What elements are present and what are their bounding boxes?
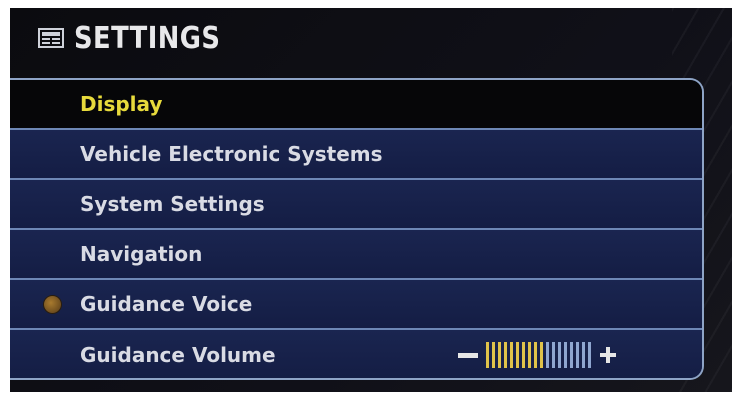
volume-bar <box>588 342 591 368</box>
menu-item-label: System Settings <box>80 192 265 216</box>
menu-item-system-settings[interactable]: System Settings <box>10 180 702 230</box>
plus-icon[interactable] <box>600 347 616 363</box>
menu-item-label: Guidance Voice <box>80 292 253 316</box>
menu-item-label: Display <box>80 92 163 116</box>
volume-bar <box>534 342 537 368</box>
volume-bar <box>576 342 579 368</box>
volume-bar <box>498 342 501 368</box>
volume-bar <box>504 342 507 368</box>
volume-bar <box>486 342 489 368</box>
volume-bar <box>564 342 567 368</box>
volume-bar <box>516 342 519 368</box>
menu-item-display[interactable]: Display <box>10 80 702 130</box>
settings-panel-icon <box>38 28 64 48</box>
menu-item-vehicle-electronic-systems[interactable]: Vehicle Electronic Systems <box>10 130 702 180</box>
volume-bar <box>582 342 585 368</box>
volume-bar <box>492 342 495 368</box>
volume-bar <box>570 342 573 368</box>
header: SETTINGS <box>10 8 732 68</box>
volume-bar <box>510 342 513 368</box>
volume-bar <box>546 342 549 368</box>
status-indicator-icon <box>44 296 61 313</box>
minus-icon[interactable] <box>458 352 478 358</box>
settings-menu: Display Vehicle Electronic Systems Syste… <box>10 78 704 380</box>
settings-screen: SETTINGS Display Vehicle Electronic Syst… <box>10 8 732 392</box>
volume-bar <box>540 342 543 368</box>
menu-item-label: Navigation <box>80 242 203 266</box>
menu-item-label: Guidance Volume <box>80 343 276 367</box>
menu-item-navigation[interactable]: Navigation <box>10 230 702 280</box>
volume-slider[interactable] <box>458 339 692 371</box>
volume-level-bars <box>486 342 594 368</box>
menu-item-guidance-voice[interactable]: Guidance Voice <box>10 280 702 330</box>
menu-item-guidance-volume[interactable]: Guidance Volume <box>10 330 702 378</box>
volume-bar <box>552 342 555 368</box>
volume-bar <box>528 342 531 368</box>
volume-bar <box>522 342 525 368</box>
page-title: SETTINGS <box>74 20 221 56</box>
menu-item-label: Vehicle Electronic Systems <box>80 142 383 166</box>
volume-bar <box>558 342 561 368</box>
